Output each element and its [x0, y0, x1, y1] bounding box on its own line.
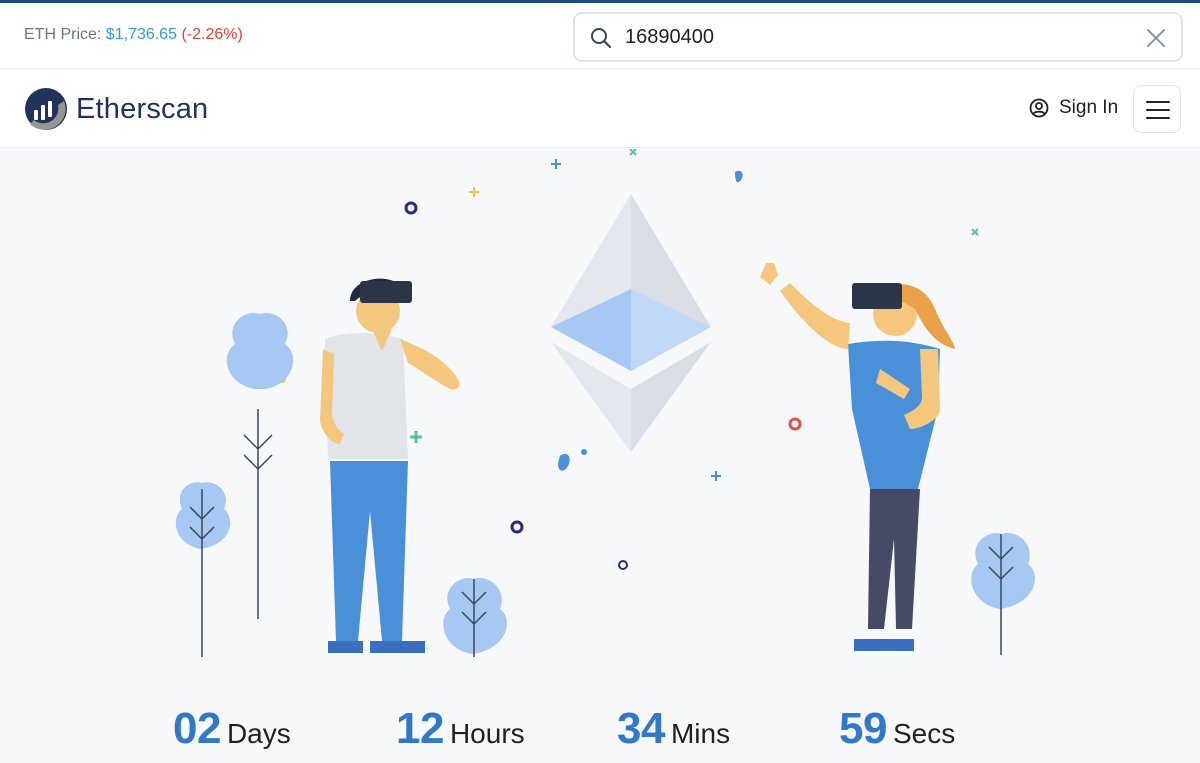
- mins-label: Mins: [670, 718, 731, 749]
- sign-in-link[interactable]: Sign In: [1029, 97, 1118, 119]
- hero-section: 02 Days 12 Hours 34 Mins 59 Secs: [0, 149, 1200, 763]
- countdown-days: 02 Days: [173, 704, 291, 754]
- countdown-secs: 59 Secs: [839, 704, 955, 754]
- search-box[interactable]: [573, 12, 1183, 62]
- countdown-mins: 34 Mins: [617, 704, 730, 754]
- search-icon[interactable]: [589, 26, 613, 50]
- vr-illustration: [175, 149, 1035, 657]
- navbar: Etherscan Sign In: [0, 70, 1200, 148]
- sign-in-label: Sign In: [1059, 97, 1119, 118]
- days-value: 02: [173, 704, 221, 753]
- eth-price: ETH Price: $1,736.65 (-2.26%): [24, 26, 243, 44]
- close-icon[interactable]: [1145, 27, 1167, 49]
- secs-label: Secs: [892, 718, 956, 749]
- eth-price-label: ETH Price:: [24, 26, 102, 43]
- eth-price-change: (-2.26%): [181, 26, 243, 43]
- countdown-timer: 02 Days 12 Hours 34 Mins 59 Secs: [0, 704, 1200, 763]
- brand-name: Etherscan: [76, 92, 209, 125]
- countdown-hours: 12 Hours: [396, 704, 525, 754]
- user-circle-icon: [1029, 98, 1049, 118]
- top-bar: ETH Price: $1,736.65 (-2.26%): [0, 3, 1200, 69]
- woman-figure: [760, 263, 955, 651]
- etherscan-logo[interactable]: Etherscan: [24, 87, 208, 131]
- man-figure: [320, 278, 460, 653]
- hamburger-menu-icon: [1146, 101, 1170, 103]
- hours-label: Hours: [449, 718, 525, 749]
- days-label: Days: [226, 718, 291, 749]
- eth-price-value[interactable]: $1,736.65: [106, 26, 177, 43]
- etherscan-logo-icon: [25, 88, 67, 130]
- mins-value: 34: [617, 704, 665, 753]
- hours-value: 12: [396, 704, 444, 753]
- hamburger-line: [1146, 109, 1170, 111]
- hamburger-menu-button[interactable]: [1133, 85, 1181, 133]
- secs-value: 59: [839, 704, 887, 753]
- search-input[interactable]: [625, 22, 1125, 52]
- hamburger-line: [1146, 117, 1170, 119]
- ethereum-logo: [551, 194, 711, 452]
